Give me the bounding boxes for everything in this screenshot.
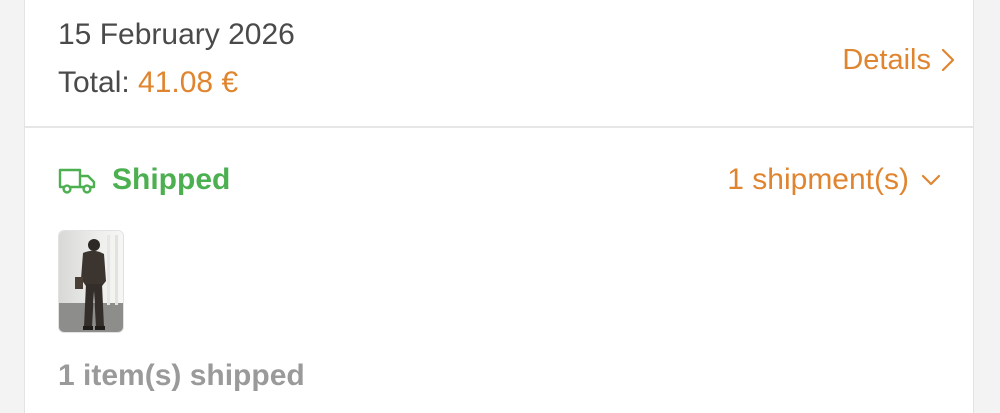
order-total: Total: 41.08 € bbox=[58, 65, 238, 101]
truck-icon bbox=[58, 166, 96, 194]
details-link[interactable]: Details bbox=[842, 42, 955, 78]
order-card: 15 February 2026 Total: 41.08 € Details … bbox=[24, 0, 974, 413]
items-shipped-count: 1 item(s) shipped bbox=[58, 359, 305, 392]
shipments-count-label: 1 shipment(s) bbox=[727, 163, 909, 196]
order-total-label: Total: bbox=[58, 66, 139, 99]
details-label: Details bbox=[842, 44, 931, 76]
shipments-dropdown[interactable]: 1 shipment(s) bbox=[727, 160, 941, 200]
shipment-status-label: Shipped bbox=[112, 163, 231, 196]
shipment-row: Shipped 1 shipment(s) bbox=[58, 160, 941, 204]
chevron-right-icon bbox=[941, 48, 955, 72]
order-total-amount: 41.08 € bbox=[138, 66, 239, 99]
chevron-down-icon bbox=[921, 174, 941, 186]
order-header: 15 February 2026 Total: 41.08 € Details bbox=[25, 0, 973, 128]
shipment-status: Shipped bbox=[58, 160, 230, 200]
product-thumbnail[interactable] bbox=[58, 230, 124, 333]
order-date: 15 February 2026 bbox=[58, 18, 295, 51]
product-photo bbox=[59, 231, 123, 332]
